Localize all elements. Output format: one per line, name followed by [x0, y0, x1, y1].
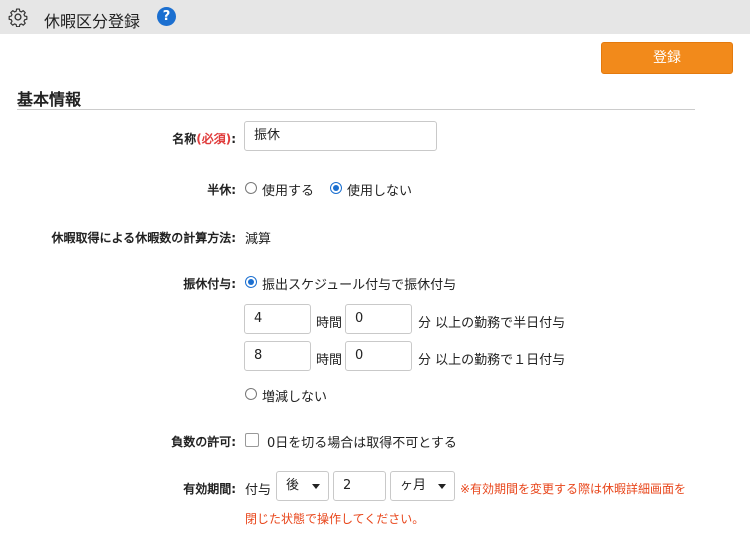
grant-none-label: 増減しない — [262, 390, 328, 405]
grant-schedule-label: 振出スケジュール付与で振休付与 — [262, 278, 457, 293]
full-minutes-input[interactable]: 0 — [345, 341, 412, 371]
grant-schedule-radio[interactable] — [245, 276, 257, 288]
help-icon[interactable]: ? — [157, 7, 176, 26]
save-button[interactable]: 登録 — [601, 42, 733, 74]
full-hours-unit: 時間 — [316, 353, 343, 368]
name-label: 名称(必須): — [172, 130, 236, 147]
half-label: 半休: — [207, 183, 236, 197]
full-hours-input[interactable]: 8 — [244, 341, 311, 371]
name-label-colon: : — [231, 132, 236, 146]
page-title: 休暇区分登録 — [44, 12, 141, 31]
half-nouse-label: 使用しない — [347, 184, 413, 199]
validity-number-input[interactable]: 2 — [333, 471, 386, 501]
validity-after-select[interactable]: 後 — [276, 471, 329, 501]
negative-label: 負数の許可: — [171, 435, 236, 449]
validity-after-value: 後 — [286, 478, 300, 493]
grant-none-radio[interactable] — [245, 388, 257, 400]
grant-label: 振休付与: — [183, 277, 236, 291]
validity-unit-value: ヶ月 — [400, 478, 427, 493]
half-minutes-input[interactable]: 0 — [345, 304, 412, 334]
half-nouse-radio[interactable] — [330, 182, 342, 194]
half-hours-input[interactable]: 4 — [244, 304, 311, 334]
validity-prefix: 付与 — [245, 483, 272, 498]
half-suffix: 分 以上の勤務で半日付与 — [418, 316, 566, 331]
chevron-down-icon — [312, 484, 320, 489]
section-title: 基本情報 — [17, 90, 82, 109]
header-bar: 休暇区分登録 ? — [0, 0, 750, 34]
validity-unit-select[interactable]: ヶ月 — [390, 471, 455, 501]
required-mark: (必須) — [196, 132, 232, 146]
negative-checkbox[interactable] — [245, 433, 259, 447]
half-use-radio[interactable] — [245, 182, 257, 194]
full-suffix: 分 以上の勤務で１日付与 — [418, 353, 566, 368]
gear-icon[interactable] — [8, 7, 28, 27]
calc-value: 減算 — [245, 232, 272, 247]
negative-checkbox-label: 0日を切る場合は取得不可とする — [267, 436, 457, 451]
calc-label: 休暇取得による休暇数の計算方法: — [51, 231, 236, 245]
section-divider — [17, 109, 695, 110]
validity-warning-line2: 閉じた状態で操作してください。 — [245, 512, 425, 526]
name-label-text: 名称 — [172, 132, 197, 146]
chevron-down-icon — [438, 484, 446, 489]
validity-label: 有効期間: — [183, 482, 236, 496]
validity-warning-line1: ※有効期間を変更する際は休暇詳細画面を — [460, 482, 687, 496]
half-use-label: 使用する — [262, 184, 315, 199]
half-hours-unit: 時間 — [316, 316, 343, 331]
name-input[interactable]: 振休 — [244, 121, 437, 151]
